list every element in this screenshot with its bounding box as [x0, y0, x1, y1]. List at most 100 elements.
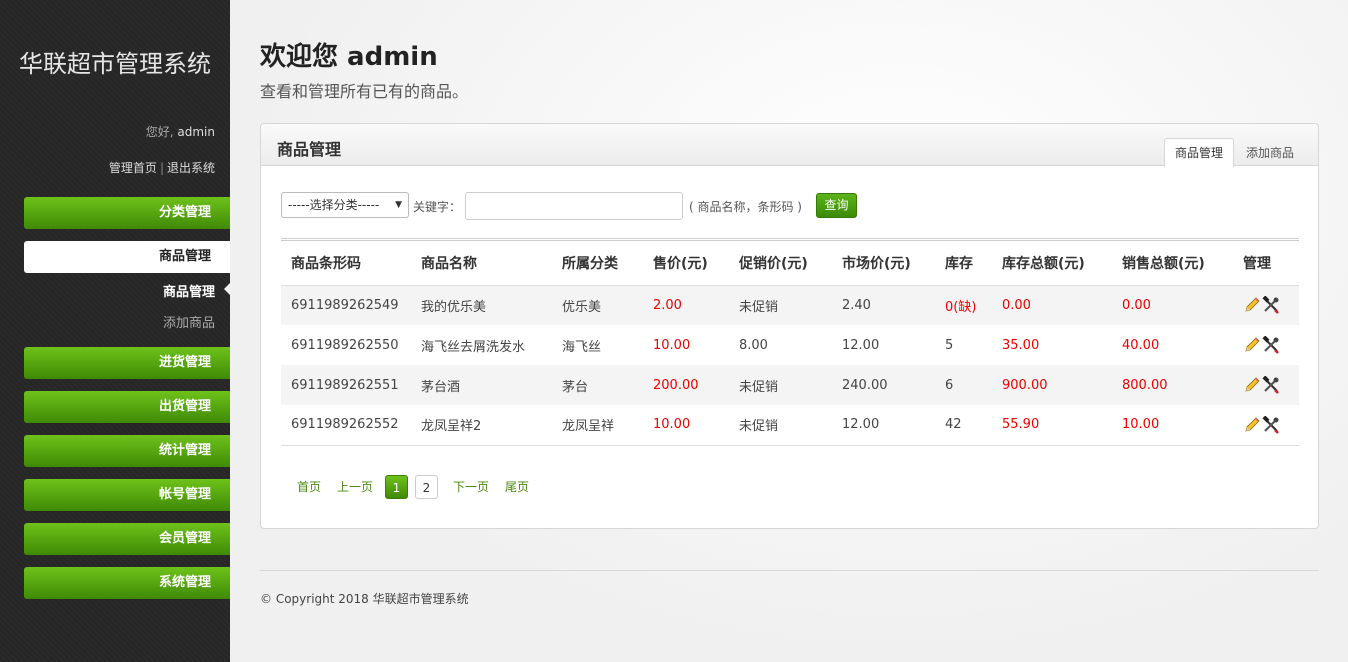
edit-icon[interactable] — [1243, 416, 1261, 434]
pager-next[interactable]: 下一页 — [453, 475, 489, 499]
cell-promo: 未促销 — [729, 365, 832, 405]
cell-sales-total: 800.00 — [1112, 365, 1233, 405]
cell-stock: 6 — [935, 365, 992, 405]
sidebar-item-statistics[interactable]: 统计管理 — [24, 435, 230, 467]
col-header: 管理 — [1233, 241, 1299, 286]
main-content: 欢迎您 admin 查看和管理所有已有的商品。 商品管理 商品管理 添加商品 -… — [230, 0, 1348, 662]
cell-name: 龙凤呈祥2 — [411, 405, 552, 446]
goods-table-wrapper: 商品条形码 商品名称 所属分类 售价(元) 促销价(元) 市场价(元) 库存 库… — [281, 238, 1299, 446]
cell-actions — [1233, 365, 1299, 405]
cell-barcode: 6911989262551 — [281, 365, 411, 405]
cell-actions — [1233, 325, 1299, 365]
sidebar-item-system[interactable]: 系统管理 — [24, 567, 230, 599]
user-greeting: 您好, admin — [146, 123, 215, 140]
sidebar-item-members[interactable]: 会员管理 — [24, 523, 230, 555]
tab-add-goods[interactable]: 添加商品 — [1235, 138, 1305, 166]
user-links: 管理首页 | 退出系统 — [109, 159, 215, 176]
category-select-value: -----选择分类----- — [288, 198, 380, 212]
delete-icon[interactable] — [1262, 335, 1280, 354]
table-row: 6911989262552 龙凤呈祥2 龙凤呈祥 10.00 未促销 12.00 42 55.… — [281, 405, 1299, 446]
table-row: 6911989262549 我的优乐美 优乐美 2.00 未促销 2.40 0(缺) 0.00… — [281, 285, 1299, 325]
cell-category: 海飞丝 — [562, 339, 602, 355]
sidebar-item-shipment[interactable]: 出货管理 — [24, 391, 230, 423]
sidebar-subitem-goods-manage[interactable]: 商品管理 — [0, 281, 215, 300]
cell-barcode: 6911989262552 — [281, 405, 411, 446]
table-row: 6911989262551 茅台酒 茅台 200.00 未促销 240.00 6 900.00… — [281, 365, 1299, 405]
delete-icon[interactable] — [1262, 415, 1280, 434]
cell-stock-total: 55.90 — [992, 405, 1112, 446]
cell-name: 我的优乐美 — [411, 285, 552, 325]
pager-prev[interactable]: 上一页 — [337, 475, 373, 499]
cell-market: 12.00 — [842, 337, 880, 353]
cell-stock: 42 — [935, 405, 992, 446]
edit-icon[interactable] — [1243, 336, 1261, 354]
footer-divider — [260, 570, 1319, 571]
cell-sales-total: 0.00 — [1112, 285, 1233, 325]
cell-promo: 8.00 — [739, 337, 768, 353]
delete-icon[interactable] — [1262, 375, 1280, 394]
keyword-label: 关键字： — [413, 200, 462, 214]
edit-icon[interactable] — [1243, 376, 1261, 394]
edit-icon[interactable] — [1243, 296, 1261, 314]
cell-name: 海飞丝去屑洗发水 — [421, 339, 526, 355]
page-subtitle: 查看和管理所有已有的商品。 — [260, 82, 469, 101]
col-header: 库存总额(元) — [992, 241, 1112, 286]
col-header: 促销价(元) — [729, 241, 832, 286]
cell-promo: 未促销 — [729, 285, 832, 325]
cell-actions — [1233, 285, 1299, 325]
table-row: 6911989262550 海飞丝去屑洗发水 海飞丝 10.00 8.00 12.00 5 3… — [281, 325, 1299, 365]
pager-page-2[interactable]: 2 — [415, 475, 438, 499]
col-header: 销售总额(元) — [1112, 241, 1233, 286]
cell-category: 优乐美 — [552, 285, 643, 325]
app-title: 华联超市管理系统 — [19, 50, 211, 78]
username: admin — [177, 125, 215, 139]
pager-first[interactable]: 首页 — [297, 475, 321, 499]
cell-barcode: 6911989262549 — [281, 285, 411, 325]
cell-sales-total: 40.00 — [1122, 337, 1160, 353]
cell-stock-total: 35.00 — [1002, 337, 1040, 353]
query-button[interactable]: 查询 — [816, 193, 857, 218]
cell-market: 12.00 — [832, 405, 935, 446]
pager-page-1[interactable]: 1 — [385, 475, 408, 499]
table-header-row: 商品条形码 商品名称 所属分类 售价(元) 促销价(元) 市场价(元) 库存 库… — [281, 241, 1299, 286]
pager-last[interactable]: 尾页 — [505, 475, 529, 499]
category-select[interactable]: -----选择分类----- ▼ — [281, 192, 409, 218]
keyword-input[interactable] — [465, 192, 683, 220]
panel-title: 商品管理 — [277, 140, 342, 159]
cell-market: 240.00 — [832, 365, 935, 405]
cell-name: 茅台酒 — [411, 365, 552, 405]
goods-table: 商品条形码 商品名称 所属分类 售价(元) 促销价(元) 市场价(元) 库存 库… — [281, 241, 1299, 446]
page-title: 欢迎您 admin — [260, 42, 438, 72]
col-header: 商品条形码 — [281, 241, 411, 286]
cell-sales-total: 10.00 — [1112, 405, 1233, 446]
cell-price: 10.00 — [653, 337, 691, 353]
goods-panel: 商品管理 商品管理 添加商品 -----选择分类----- ▼ 关键字： ( 商… — [260, 123, 1319, 529]
cell-stock-total: 900.00 — [992, 365, 1112, 405]
sidebar-item-purchase[interactable]: 进货管理 — [24, 347, 230, 379]
col-header: 商品名称 — [411, 241, 552, 286]
keyword-hint: ( 商品名称，条形码 ) — [689, 200, 802, 214]
cell-barcode: 6911989262550 — [291, 337, 399, 353]
sidebar-item-category[interactable]: 分类管理 — [24, 197, 230, 229]
sidebar: 华联超市管理系统 您好, admin 管理首页 | 退出系统 分类管理 商品管理 商… — [0, 0, 230, 662]
cell-price: 10.00 — [643, 405, 729, 446]
cell-market: 2.40 — [832, 285, 935, 325]
sidebar-subitem-add-goods[interactable]: 添加商品 — [0, 312, 215, 331]
col-header: 售价(元) — [643, 241, 729, 286]
sidebar-item-goods[interactable]: 商品管理 — [24, 241, 230, 273]
logout-link[interactable]: 退出系统 — [167, 161, 215, 175]
home-link[interactable]: 管理首页 — [109, 161, 157, 175]
footer-copyright: © Copyright 2018 华联超市管理系统 — [260, 592, 469, 606]
tab-goods-manage[interactable]: 商品管理 — [1164, 138, 1235, 167]
col-header: 库存 — [935, 241, 992, 286]
greeting-prefix: 您好, — [145, 125, 174, 139]
cell-category: 茅台 — [552, 365, 643, 405]
cell-stock-total: 0.00 — [992, 285, 1112, 325]
sidebar-item-accounts[interactable]: 帐号管理 — [24, 479, 230, 511]
delete-icon[interactable] — [1262, 295, 1280, 315]
cell-promo: 未促销 — [729, 405, 832, 446]
cell-price: 2.00 — [643, 285, 729, 325]
cell-stock: 0(缺) — [935, 285, 992, 325]
cell-price: 200.00 — [643, 365, 729, 405]
chevron-down-icon: ▼ — [395, 200, 402, 210]
